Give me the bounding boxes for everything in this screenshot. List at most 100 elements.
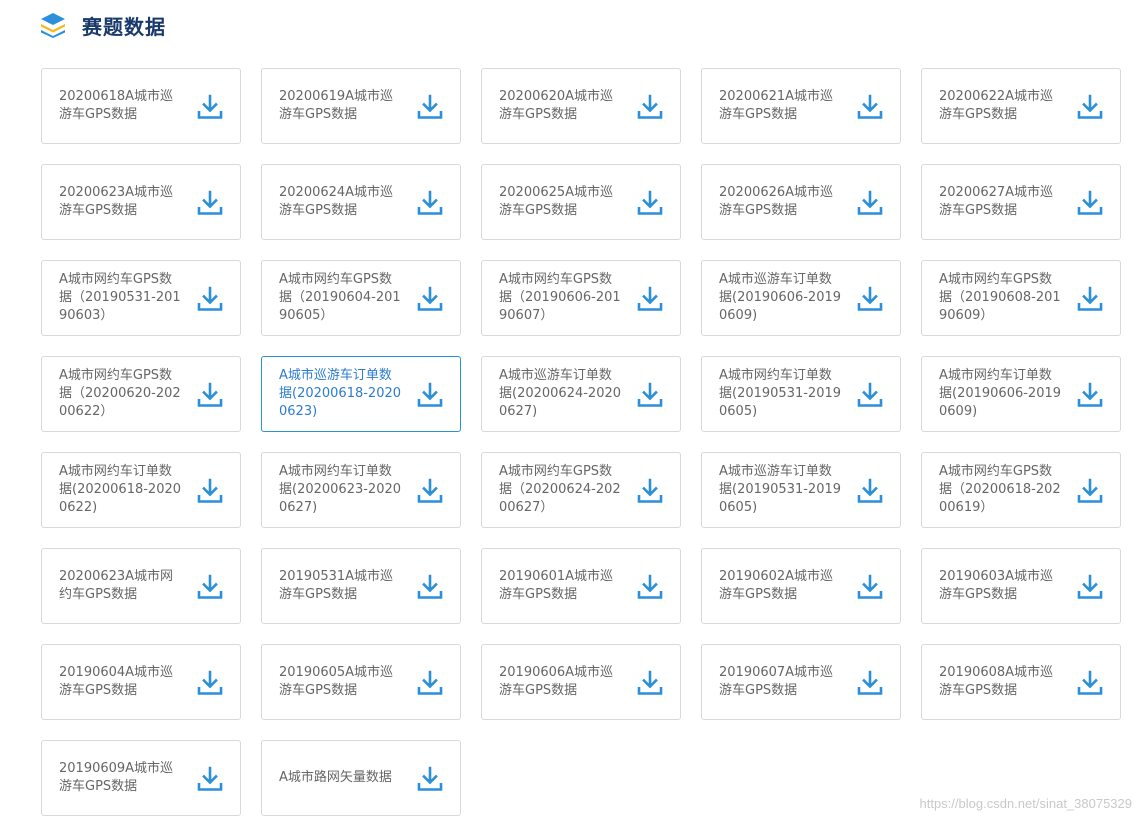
dataset-label: A城市网约车GPS数据（20190606-20190607） bbox=[499, 272, 621, 323]
dataset-label: 20190608A城市巡游车GPS数据 bbox=[939, 665, 1054, 698]
dataset-card[interactable]: 20190608A城市巡游车GPS数据 bbox=[921, 644, 1121, 720]
dataset-label: A城市网约车GPS数据（20200620-20200622） bbox=[59, 368, 181, 419]
dataset-card[interactable]: 20190609A城市巡游车GPS数据 bbox=[41, 740, 241, 816]
dataset-card[interactable]: 20190531A城市巡游车GPS数据 bbox=[261, 548, 461, 624]
download-icon[interactable] bbox=[857, 286, 883, 312]
dataset-card[interactable]: A城市网约车GPS数据（20190608-20190609） bbox=[921, 260, 1121, 336]
dataset-label: A城市网约车订单数据(20200623-20200627) bbox=[279, 464, 401, 515]
download-icon[interactable] bbox=[197, 574, 223, 600]
download-icon[interactable] bbox=[197, 766, 223, 792]
dataset-card[interactable]: 20200618A城市巡游车GPS数据 bbox=[41, 68, 241, 144]
dataset-card[interactable]: A城市路网矢量数据 bbox=[261, 740, 461, 816]
download-icon[interactable] bbox=[417, 382, 443, 408]
dataset-card[interactable]: 20190605A城市巡游车GPS数据 bbox=[261, 644, 461, 720]
dataset-card[interactable]: A城市巡游车订单数据(20200624-20200627) bbox=[481, 356, 681, 432]
download-icon[interactable] bbox=[857, 94, 883, 120]
dataset-card[interactable]: 20200623A城市网约车GPS数据 bbox=[41, 548, 241, 624]
dataset-label: 20190603A城市巡游车GPS数据 bbox=[939, 569, 1054, 602]
download-icon[interactable] bbox=[1077, 190, 1103, 216]
download-icon[interactable] bbox=[417, 286, 443, 312]
download-icon[interactable] bbox=[857, 478, 883, 504]
download-icon[interactable] bbox=[1077, 382, 1103, 408]
download-icon[interactable] bbox=[637, 286, 663, 312]
download-icon[interactable] bbox=[857, 574, 883, 600]
dataset-card[interactable]: 20200620A城市巡游车GPS数据 bbox=[481, 68, 681, 144]
dataset-card[interactable]: 20200624A城市巡游车GPS数据 bbox=[261, 164, 461, 240]
dataset-card[interactable]: 20200625A城市巡游车GPS数据 bbox=[481, 164, 681, 240]
dataset-card[interactable]: A城市网约车订单数据(20200623-20200627) bbox=[261, 452, 461, 528]
dataset-label: 20190607A城市巡游车GPS数据 bbox=[719, 665, 834, 698]
download-icon[interactable] bbox=[637, 190, 663, 216]
dataset-label: 20200625A城市巡游车GPS数据 bbox=[499, 185, 614, 218]
dataset-card[interactable]: 20190606A城市巡游车GPS数据 bbox=[481, 644, 681, 720]
dataset-card[interactable]: 20200627A城市巡游车GPS数据 bbox=[921, 164, 1121, 240]
dataset-card[interactable]: 20200619A城市巡游车GPS数据 bbox=[261, 68, 461, 144]
dataset-card[interactable]: 20190601A城市巡游车GPS数据 bbox=[481, 548, 681, 624]
dataset-card[interactable]: 20190607A城市巡游车GPS数据 bbox=[701, 644, 901, 720]
download-icon[interactable] bbox=[417, 94, 443, 120]
dataset-card[interactable]: 20200621A城市巡游车GPS数据 bbox=[701, 68, 901, 144]
dataset-label: 20190602A城市巡游车GPS数据 bbox=[719, 569, 834, 602]
dataset-label: 20200621A城市巡游车GPS数据 bbox=[719, 89, 834, 122]
download-icon[interactable] bbox=[197, 286, 223, 312]
dataset-card[interactable]: A城市网约车GPS数据（20190604-20190605） bbox=[261, 260, 461, 336]
dataset-label: A城市巡游车订单数据(20190606-20190609) bbox=[719, 272, 841, 323]
download-icon[interactable] bbox=[637, 94, 663, 120]
download-icon[interactable] bbox=[637, 478, 663, 504]
download-icon[interactable] bbox=[197, 382, 223, 408]
download-icon[interactable] bbox=[637, 574, 663, 600]
dataset-label: A城市巡游车订单数据(20200624-20200627) bbox=[499, 368, 621, 419]
dataset-card[interactable]: A城市巡游车订单数据(20190531-20190605) bbox=[701, 452, 901, 528]
dataset-label: A城市网约车GPS数据（20200618-20200619） bbox=[939, 464, 1061, 515]
dataset-card[interactable]: 20190604A城市巡游车GPS数据 bbox=[41, 644, 241, 720]
dataset-label: 20200623A城市网约车GPS数据 bbox=[59, 569, 174, 602]
dataset-label: 20190605A城市巡游车GPS数据 bbox=[279, 665, 394, 698]
dataset-label: A城市网约车GPS数据（20190531-20190603） bbox=[59, 272, 181, 323]
download-icon[interactable] bbox=[197, 94, 223, 120]
download-icon[interactable] bbox=[1077, 478, 1103, 504]
download-icon[interactable] bbox=[857, 382, 883, 408]
dataset-card[interactable]: 20190602A城市巡游车GPS数据 bbox=[701, 548, 901, 624]
dataset-label: A城市巡游车订单数据(20190531-20190605) bbox=[719, 464, 841, 515]
dataset-label: A城市巡游车订单数据(20200618-20200623) bbox=[279, 368, 401, 419]
download-icon[interactable] bbox=[197, 670, 223, 696]
dataset-card[interactable]: 20200626A城市巡游车GPS数据 bbox=[701, 164, 901, 240]
dataset-card[interactable]: A城市网约车GPS数据（20200618-20200619） bbox=[921, 452, 1121, 528]
download-icon[interactable] bbox=[197, 190, 223, 216]
watermark: https://blog.csdn.net/sinat_38075329 bbox=[919, 796, 1133, 811]
dataset-card[interactable]: A城市巡游车订单数据(20190606-20190609) bbox=[701, 260, 901, 336]
dataset-card[interactable]: 20200622A城市巡游车GPS数据 bbox=[921, 68, 1121, 144]
dataset-grid: 20200618A城市巡游车GPS数据 20200619A城市巡游车GPS数据 20… bbox=[41, 68, 1121, 816]
download-icon[interactable] bbox=[1077, 670, 1103, 696]
dataset-label: A城市网约车GPS数据（20200624-20200627） bbox=[499, 464, 621, 515]
download-icon[interactable] bbox=[637, 670, 663, 696]
download-icon[interactable] bbox=[417, 766, 443, 792]
download-icon[interactable] bbox=[1077, 94, 1103, 120]
download-icon[interactable] bbox=[857, 670, 883, 696]
dataset-label: 20190609A城市巡游车GPS数据 bbox=[59, 761, 174, 794]
dataset-card[interactable]: A城市网约车GPS数据（20200624-20200627） bbox=[481, 452, 681, 528]
dataset-label: A城市网约车订单数据(20200618-20200622) bbox=[59, 464, 181, 515]
download-icon[interactable] bbox=[417, 574, 443, 600]
dataset-card[interactable]: A城市巡游车订单数据(20200618-20200623) bbox=[261, 356, 461, 432]
dataset-label: 20190601A城市巡游车GPS数据 bbox=[499, 569, 614, 602]
download-icon[interactable] bbox=[857, 190, 883, 216]
dataset-card[interactable]: A城市网约车GPS数据（20190531-20190603） bbox=[41, 260, 241, 336]
download-icon[interactable] bbox=[197, 478, 223, 504]
download-icon[interactable] bbox=[637, 382, 663, 408]
dataset-label: 20200627A城市巡游车GPS数据 bbox=[939, 185, 1054, 218]
download-icon[interactable] bbox=[417, 478, 443, 504]
dataset-card[interactable]: A城市网约车订单数据(20200618-20200622) bbox=[41, 452, 241, 528]
download-icon[interactable] bbox=[1077, 574, 1103, 600]
dataset-label: 20200624A城市巡游车GPS数据 bbox=[279, 185, 394, 218]
download-icon[interactable] bbox=[417, 190, 443, 216]
page-title: 赛题数据 bbox=[82, 14, 166, 39]
dataset-card[interactable]: 20200623A城市巡游车GPS数据 bbox=[41, 164, 241, 240]
dataset-card[interactable]: A城市网约车GPS数据（20200620-20200622） bbox=[41, 356, 241, 432]
dataset-card[interactable]: A城市网约车订单数据(20190606-20190609) bbox=[921, 356, 1121, 432]
dataset-card[interactable]: 20190603A城市巡游车GPS数据 bbox=[921, 548, 1121, 624]
dataset-card[interactable]: A城市网约车GPS数据（20190606-20190607） bbox=[481, 260, 681, 336]
download-icon[interactable] bbox=[417, 670, 443, 696]
dataset-card[interactable]: A城市网约车订单数据(20190531-20190605) bbox=[701, 356, 901, 432]
download-icon[interactable] bbox=[1077, 286, 1103, 312]
